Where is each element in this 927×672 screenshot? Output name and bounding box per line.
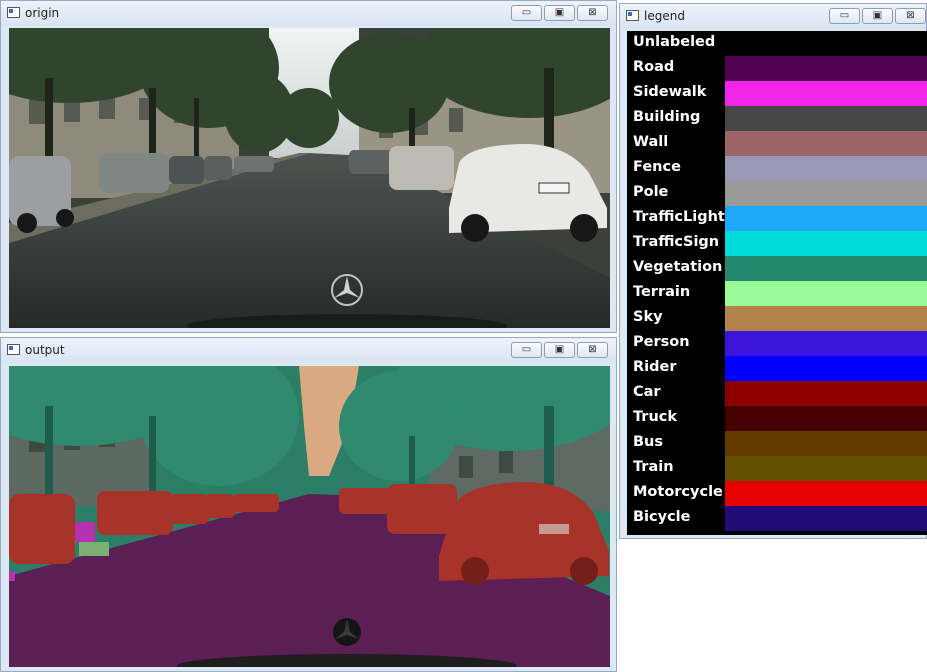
legend-item: Terrain xyxy=(627,281,927,306)
street-photo xyxy=(9,28,610,328)
origin-titlebar[interactable]: origin ▭ ▣ ⊠ xyxy=(1,1,616,26)
legend-color-swatch xyxy=(725,106,927,131)
legend-color-swatch xyxy=(725,256,927,281)
legend-color-swatch xyxy=(725,56,927,81)
legend-color-swatch xyxy=(725,281,927,306)
legend-color-swatch xyxy=(725,331,927,356)
legend-item: Pole xyxy=(627,181,927,206)
legend-item: Sky xyxy=(627,306,927,331)
legend-item: TrafficLight xyxy=(627,206,927,231)
legend-label: Car xyxy=(633,384,661,400)
legend-image: Unlabeled Road Sidewalk Building Wall Fence Po… xyxy=(627,31,927,535)
legend-label: TrafficLight xyxy=(633,209,725,225)
legend-color-swatch xyxy=(725,381,927,406)
close-button[interactable]: ⊠ xyxy=(577,342,608,358)
origin-window-title: origin xyxy=(25,6,60,20)
legend-label: Road xyxy=(633,59,675,75)
legend-label: Sidewalk xyxy=(633,84,707,100)
app-icon xyxy=(7,344,20,355)
origin-image xyxy=(9,28,610,328)
legend-item: Rider xyxy=(627,356,927,381)
legend-color-swatch xyxy=(725,206,927,231)
origin-window: origin ▭ ▣ ⊠ xyxy=(0,0,617,333)
legend-color-swatch xyxy=(725,431,927,456)
minimize-button[interactable]: ▭ xyxy=(511,5,542,21)
legend-label: Terrain xyxy=(633,284,691,300)
maximize-button[interactable]: ▣ xyxy=(862,8,893,24)
legend-label: TrafficSign xyxy=(633,234,720,250)
close-button[interactable]: ⊠ xyxy=(895,8,926,24)
legend-titlebar[interactable]: legend ▭ ▣ ⊠ xyxy=(620,4,926,29)
legend-item: Fence xyxy=(627,156,927,181)
legend-color-swatch xyxy=(725,506,927,531)
legend-item: Unlabeled xyxy=(627,31,927,56)
legend-item: Bicycle xyxy=(627,506,927,531)
legend-item: Bus xyxy=(627,431,927,456)
output-window-title: output xyxy=(25,343,65,357)
legend-color-swatch xyxy=(725,31,927,56)
legend-color-swatch xyxy=(725,156,927,181)
legend-color-swatch xyxy=(725,306,927,331)
legend-item: TrafficSign xyxy=(627,231,927,256)
legend-item: Motorcycle xyxy=(627,481,927,506)
legend-label: Pole xyxy=(633,184,669,200)
legend-color-swatch xyxy=(725,231,927,256)
legend-color-swatch xyxy=(725,131,927,156)
legend-color-swatch xyxy=(725,81,927,106)
legend-color-swatch xyxy=(725,356,927,381)
legend-label: Train xyxy=(633,459,674,475)
minimize-button[interactable]: ▭ xyxy=(511,342,542,358)
legend-item: Truck xyxy=(627,406,927,431)
legend-item: Vegetation xyxy=(627,256,927,281)
legend-item: Road xyxy=(627,56,927,81)
legend-color-swatch xyxy=(725,456,927,481)
segmentation-overlay xyxy=(9,366,610,667)
legend-item: Sidewalk xyxy=(627,81,927,106)
legend-item: Train xyxy=(627,456,927,481)
legend-color-swatch xyxy=(725,481,927,506)
legend-color-swatch xyxy=(725,181,927,206)
output-segmentation-image xyxy=(9,366,610,667)
legend-label: Rider xyxy=(633,359,677,375)
legend-item: Person xyxy=(627,331,927,356)
legend-label: Fence xyxy=(633,159,681,175)
legend-label: Bus xyxy=(633,434,664,450)
legend-label: Bicycle xyxy=(633,509,691,525)
legend-item: Building xyxy=(627,106,927,131)
legend-item: Car xyxy=(627,381,927,406)
output-window: output ▭ ▣ ⊠ xyxy=(0,337,617,672)
legend-color-swatch xyxy=(725,406,927,431)
legend-label: Motorcycle xyxy=(633,484,723,500)
legend-label: Person xyxy=(633,334,690,350)
app-icon xyxy=(7,7,20,18)
app-icon xyxy=(626,10,639,21)
maximize-button[interactable]: ▣ xyxy=(544,342,575,358)
close-button[interactable]: ⊠ xyxy=(577,5,608,21)
legend-item: Wall xyxy=(627,131,927,156)
legend-window: legend ▭ ▣ ⊠ Unlabeled Road Sidewalk Buildi… xyxy=(619,3,927,539)
legend-label: Building xyxy=(633,109,701,125)
output-titlebar[interactable]: output ▭ ▣ ⊠ xyxy=(1,338,616,363)
maximize-button[interactable]: ▣ xyxy=(544,5,575,21)
legend-window-title: legend xyxy=(644,9,685,23)
legend-label: Unlabeled xyxy=(633,34,716,50)
legend-label: Vegetation xyxy=(633,259,723,275)
legend-label: Sky xyxy=(633,309,663,325)
minimize-button[interactable]: ▭ xyxy=(829,8,860,24)
legend-label: Truck xyxy=(633,409,678,425)
legend-label: Wall xyxy=(633,134,669,150)
